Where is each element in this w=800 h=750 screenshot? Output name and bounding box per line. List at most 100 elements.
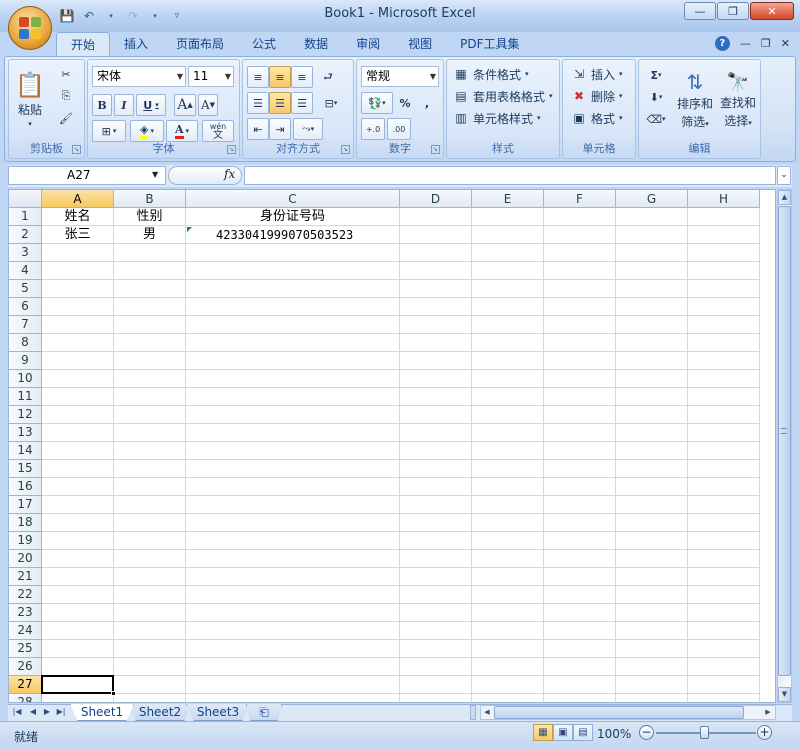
row-header-1[interactable]: 1 [9, 208, 42, 226]
cell-b24[interactable] [114, 622, 186, 640]
last-sheet-icon[interactable]: ▶| [54, 704, 68, 719]
row-header-6[interactable]: 6 [9, 298, 42, 316]
cell-g27[interactable] [616, 676, 688, 694]
cell-a7[interactable] [42, 316, 114, 334]
cell-b14[interactable] [114, 442, 186, 460]
underline-button[interactable]: U ▾ [136, 94, 166, 116]
minimize-button[interactable]: — [684, 2, 716, 20]
cell-f28[interactable] [544, 694, 616, 702]
cell-b4[interactable] [114, 262, 186, 280]
cell-h7[interactable] [688, 316, 760, 334]
cell-a3[interactable] [42, 244, 114, 262]
increase-indent-icon[interactable]: ⇥ [269, 118, 291, 140]
cell-c11[interactable] [186, 388, 400, 406]
sort-filter-button[interactable]: ⇅ 排序和 筛选▾ [673, 64, 717, 136]
cell-e5[interactable] [472, 280, 544, 298]
tab-data[interactable]: 数据 [290, 32, 342, 56]
cell-a11[interactable] [42, 388, 114, 406]
cell-d13[interactable] [400, 424, 472, 442]
cell-c2[interactable]: 4233041999070503523 [186, 226, 400, 244]
minimize-workbook-icon[interactable]: — [740, 37, 751, 50]
cell-a1[interactable]: 姓名 [42, 208, 114, 226]
cell-c18[interactable] [186, 514, 400, 532]
cell-a26[interactable] [42, 658, 114, 676]
cell-d16[interactable] [400, 478, 472, 496]
insert-function-button[interactable]: fx [224, 167, 235, 181]
cell-c6[interactable] [186, 298, 400, 316]
cell-g15[interactable] [616, 460, 688, 478]
column-header-a[interactable]: A [42, 190, 114, 208]
row-header-8[interactable]: 8 [9, 334, 42, 352]
cell-b11[interactable] [114, 388, 186, 406]
cell-g12[interactable] [616, 406, 688, 424]
cell-a20[interactable] [42, 550, 114, 568]
row-header-26[interactable]: 26 [9, 658, 42, 676]
cell-c23[interactable] [186, 604, 400, 622]
cell-e17[interactable] [472, 496, 544, 514]
cell-a13[interactable] [42, 424, 114, 442]
page-break-view-icon[interactable]: ▤ [573, 724, 593, 741]
insert-cells-button[interactable]: ⇲ 插入 ▾ [571, 64, 623, 84]
cell-f21[interactable] [544, 568, 616, 586]
row-header-12[interactable]: 12 [9, 406, 42, 424]
zoom-slider-thumb[interactable] [700, 726, 709, 739]
percent-button[interactable]: % [395, 92, 415, 114]
cell-g22[interactable] [616, 586, 688, 604]
cell-h11[interactable] [688, 388, 760, 406]
cell-b6[interactable] [114, 298, 186, 316]
font-size-combo[interactable]: 11 ▼ [188, 66, 234, 87]
cell-h5[interactable] [688, 280, 760, 298]
row-header-11[interactable]: 11 [9, 388, 42, 406]
cell-h20[interactable] [688, 550, 760, 568]
row-header-20[interactable]: 20 [9, 550, 42, 568]
phonetic-button[interactable]: wén 文 [202, 120, 234, 142]
cell-h21[interactable] [688, 568, 760, 586]
merge-center-icon[interactable]: ⊟ ▾ [317, 92, 345, 114]
decrease-indent-icon[interactable]: ⇤ [247, 118, 269, 140]
cell-g26[interactable] [616, 658, 688, 676]
cell-g19[interactable] [616, 532, 688, 550]
cell-h12[interactable] [688, 406, 760, 424]
redo-icon[interactable]: ↷ [124, 7, 142, 25]
cell-f3[interactable] [544, 244, 616, 262]
fill-handle[interactable] [111, 691, 116, 696]
cell-f7[interactable] [544, 316, 616, 334]
cell-e27[interactable] [472, 676, 544, 694]
column-header-g[interactable]: G [616, 190, 688, 208]
dropdown-icon[interactable]: ▾ [146, 7, 164, 25]
save-icon[interactable]: 💾 [58, 7, 76, 25]
select-all-corner[interactable] [9, 190, 42, 208]
cell-c14[interactable] [186, 442, 400, 460]
cell-b5[interactable] [114, 280, 186, 298]
cell-a15[interactable] [42, 460, 114, 478]
cell-c16[interactable] [186, 478, 400, 496]
cell-c13[interactable] [186, 424, 400, 442]
cell-e19[interactable] [472, 532, 544, 550]
cell-f15[interactable] [544, 460, 616, 478]
cell-e15[interactable] [472, 460, 544, 478]
cell-h8[interactable] [688, 334, 760, 352]
cell-f20[interactable] [544, 550, 616, 568]
tab-formulas[interactable]: 公式 [238, 32, 290, 56]
cell-e10[interactable] [472, 370, 544, 388]
cell-b22[interactable] [114, 586, 186, 604]
cell-e28[interactable] [472, 694, 544, 702]
cell-h1[interactable] [688, 208, 760, 226]
shrink-font-button[interactable]: A ▼ [198, 94, 218, 116]
cell-d25[interactable] [400, 640, 472, 658]
row-header-28[interactable]: 28 [9, 694, 42, 702]
cell-c20[interactable] [186, 550, 400, 568]
cell-f2[interactable] [544, 226, 616, 244]
cell-f5[interactable] [544, 280, 616, 298]
row-header-22[interactable]: 22 [9, 586, 42, 604]
cell-e7[interactable] [472, 316, 544, 334]
orientation-icon[interactable]: ⤳ ▾ [293, 118, 323, 140]
cell-d14[interactable] [400, 442, 472, 460]
increase-decimal-button[interactable]: +.0 [361, 118, 385, 140]
cell-e8[interactable] [472, 334, 544, 352]
cell-a18[interactable] [42, 514, 114, 532]
cell-h25[interactable] [688, 640, 760, 658]
cell-d6[interactable] [400, 298, 472, 316]
row-header-23[interactable]: 23 [9, 604, 42, 622]
font-launcher-icon[interactable]: ↘ [227, 145, 236, 154]
